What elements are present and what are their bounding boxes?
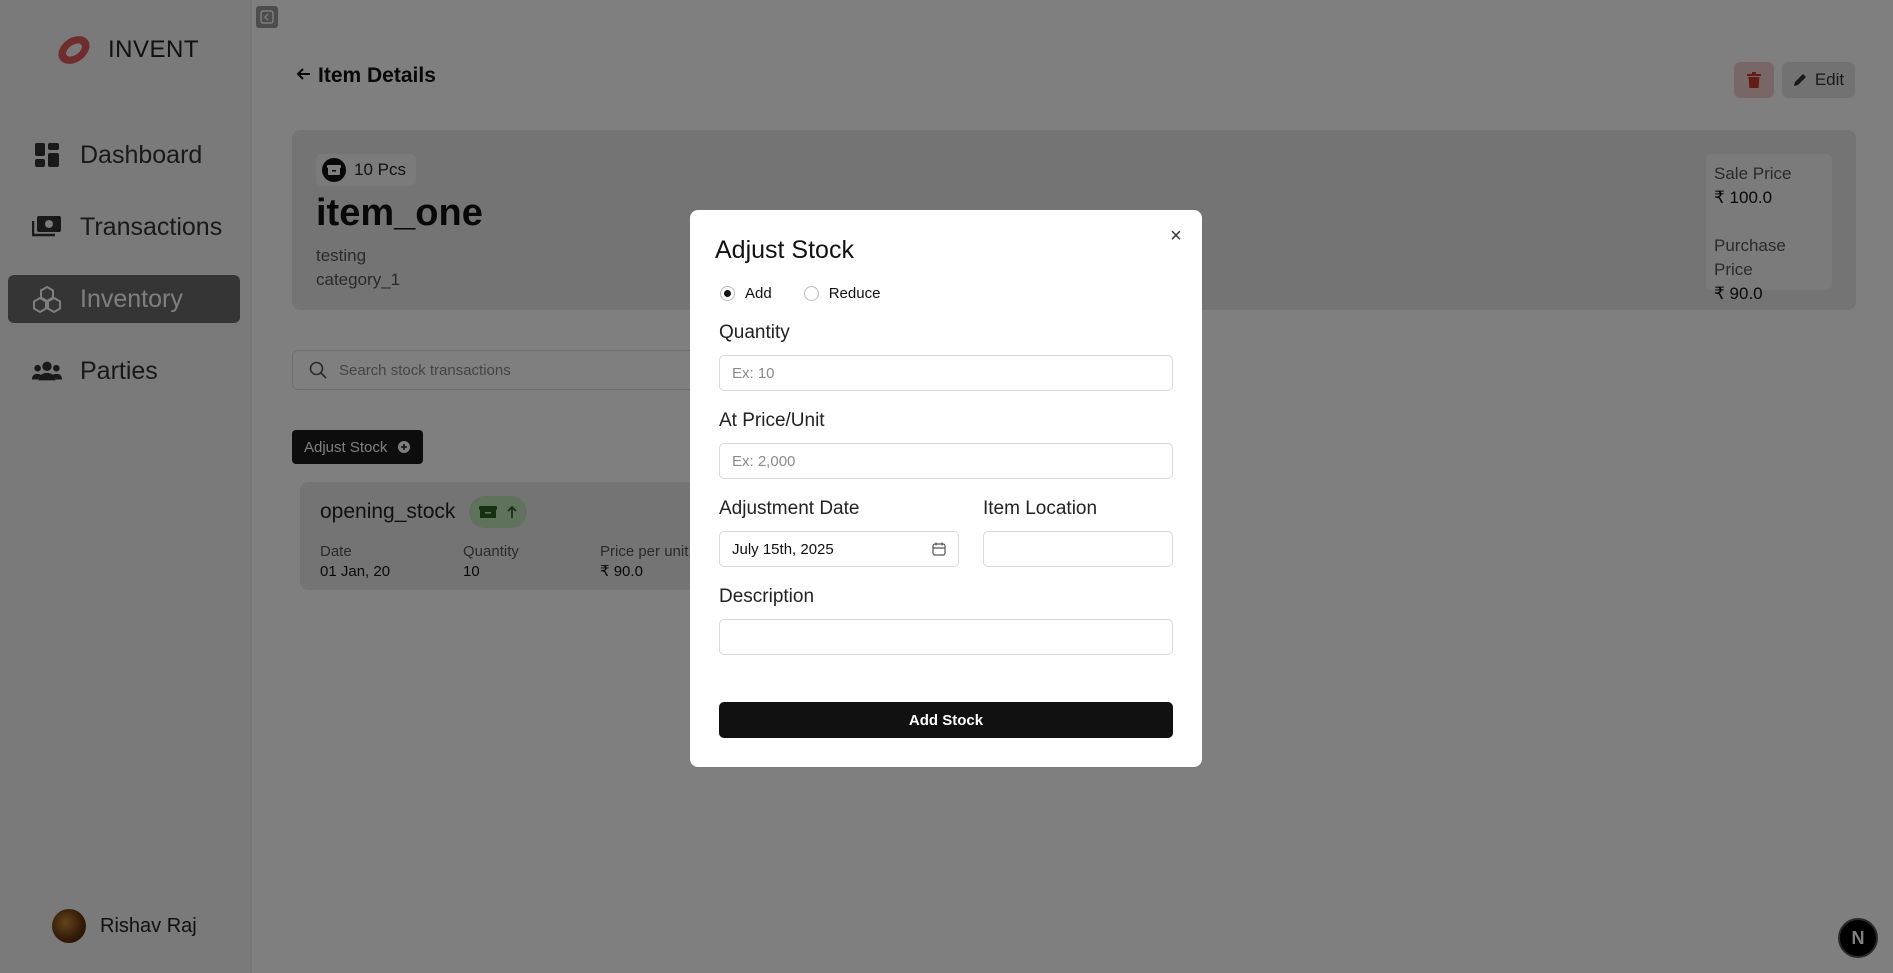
price-per-unit-field[interactable] [719, 443, 1173, 479]
description-field[interactable] [719, 619, 1173, 655]
modal-title: Adjust Stock [715, 236, 854, 264]
radio-reduce-label: Reduce [828, 285, 881, 302]
price-per-unit-label: At Price/Unit [719, 410, 825, 431]
radio-reduce-control[interactable] [803, 286, 819, 301]
quantity-label: Quantity [719, 322, 790, 343]
adjustment-date-picker[interactable]: July 15th, 2025 [719, 531, 959, 567]
radio-reduce[interactable]: Reduce [803, 285, 881, 302]
radio-add-control[interactable] [720, 286, 735, 301]
item-location-label: Item Location [983, 498, 1098, 519]
add-stock-button[interactable]: Add Stock [719, 702, 1173, 738]
close-icon[interactable]: × [1166, 225, 1186, 247]
adjust-stock-modal: × Adjust Stock Add Reduce Quantity At Pr… [690, 210, 1202, 767]
adjust-type-radio-group: Add Reduce [720, 285, 880, 302]
quantity-field[interactable] [719, 355, 1173, 391]
adjustment-date-label: Adjustment Date [719, 498, 860, 519]
description-label: Description [719, 586, 815, 607]
calendar-icon [932, 542, 946, 556]
adjustment-date-value: July 15th, 2025 [732, 540, 834, 558]
radio-add-label: Add [745, 285, 772, 302]
radio-add[interactable]: Add [720, 285, 772, 302]
item-location-field[interactable] [983, 531, 1173, 567]
